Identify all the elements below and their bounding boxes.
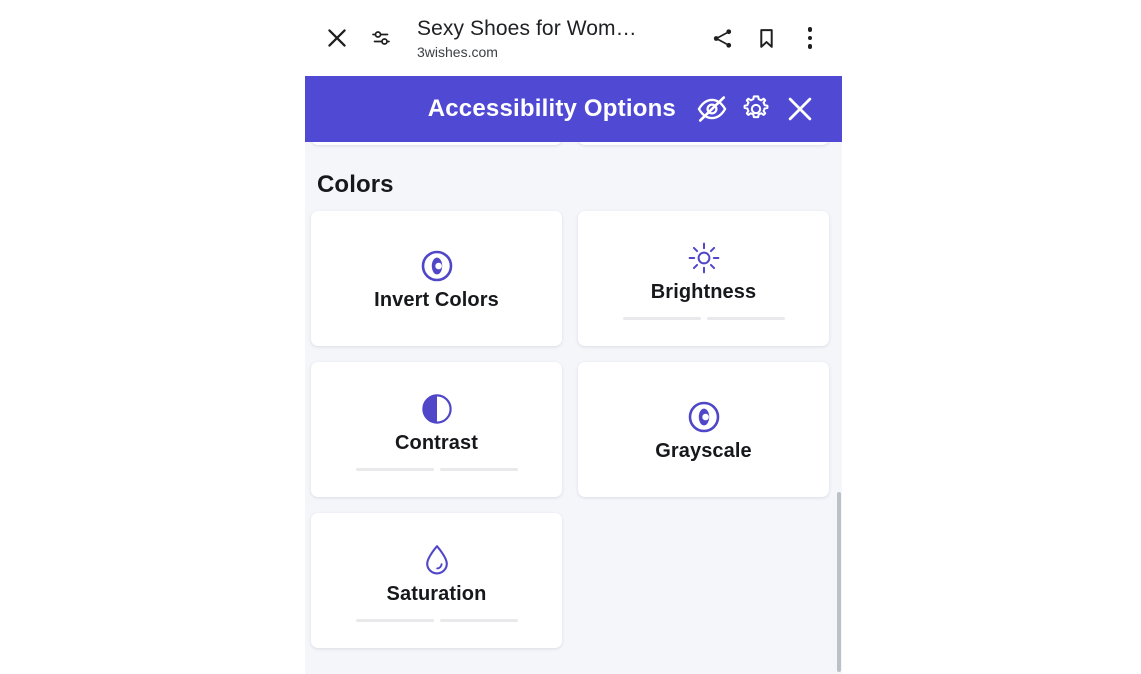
page-info-button[interactable] (359, 16, 403, 60)
accessibility-title: Accessibility Options (427, 95, 676, 122)
card-saturation[interactable]: Saturation (311, 513, 562, 648)
card-label: Brightness (650, 280, 757, 303)
more-vert-icon (807, 27, 813, 49)
grayscale-icon (687, 396, 721, 438)
card-label: Invert Colors (374, 289, 499, 311)
colors-card-grid: Invert Colors Brightness Contrast Graysc… (311, 211, 836, 648)
slider-track-left (355, 468, 434, 471)
bookmark-button[interactable] (744, 16, 788, 60)
card-partial-right[interactable] (578, 142, 829, 145)
slider-track-left (622, 317, 701, 320)
brightness-slider[interactable] (622, 317, 785, 321)
accessibility-panel-content: Colors Invert Colors Brightness Contrast… (305, 142, 842, 648)
invert-colors-icon (420, 245, 454, 287)
overflow-menu-button[interactable] (788, 16, 832, 60)
close-icon (328, 29, 346, 47)
card-grayscale[interactable]: Grayscale (578, 362, 829, 497)
eye-off-icon (697, 96, 727, 122)
card-label: Grayscale (655, 440, 752, 462)
vertical-scrollbar[interactable] (836, 142, 842, 674)
close-icon (788, 97, 812, 121)
page-info-tune-icon (372, 31, 390, 45)
accessibility-panel: Colors Invert Colors Brightness Contrast… (305, 142, 842, 674)
accessibility-settings-button[interactable] (734, 87, 778, 131)
slider-track-right (706, 317, 785, 320)
screenshot-root: Sexy Shoes for Wom… 3wishes.com Accessib… (0, 0, 1141, 674)
slider-track-left (355, 619, 434, 622)
brightness-sun-icon (687, 237, 721, 279)
card-label: Saturation (386, 582, 487, 605)
accessibility-header: Accessibility Options (305, 76, 842, 142)
page-origin: 3wishes.com (417, 43, 498, 60)
page-title: Sexy Shoes for Wom… (417, 16, 637, 40)
close-accessibility-button[interactable] (778, 87, 822, 131)
close-tab-button[interactable] (315, 16, 359, 60)
slider-track-right (439, 619, 518, 622)
share-icon (713, 28, 731, 48)
page-title-block[interactable]: Sexy Shoes for Wom… 3wishes.com (403, 16, 700, 61)
slider-track-right (439, 468, 518, 471)
scrollbar-thumb[interactable] (837, 492, 841, 672)
card-invert-colors[interactable]: Invert Colors (311, 211, 562, 346)
saturation-slider[interactable] (355, 619, 518, 623)
section-title-colors: Colors (317, 171, 394, 198)
hide-accessibility-button[interactable] (690, 87, 734, 131)
card-partial-left[interactable] (311, 142, 562, 145)
saturation-droplet-icon (420, 539, 454, 581)
browser-toolbar: Sexy Shoes for Wom… 3wishes.com (305, 0, 842, 76)
share-button[interactable] (700, 16, 744, 60)
bookmark-icon (759, 28, 773, 48)
contrast-half-circle-icon (420, 388, 454, 430)
card-brightness[interactable]: Brightness (578, 211, 829, 346)
browser-viewport: Sexy Shoes for Wom… 3wishes.com Accessib… (305, 0, 842, 674)
card-contrast[interactable]: Contrast (311, 362, 562, 497)
contrast-slider[interactable] (355, 468, 518, 472)
gear-icon (743, 95, 769, 119)
card-label: Contrast (394, 431, 479, 454)
